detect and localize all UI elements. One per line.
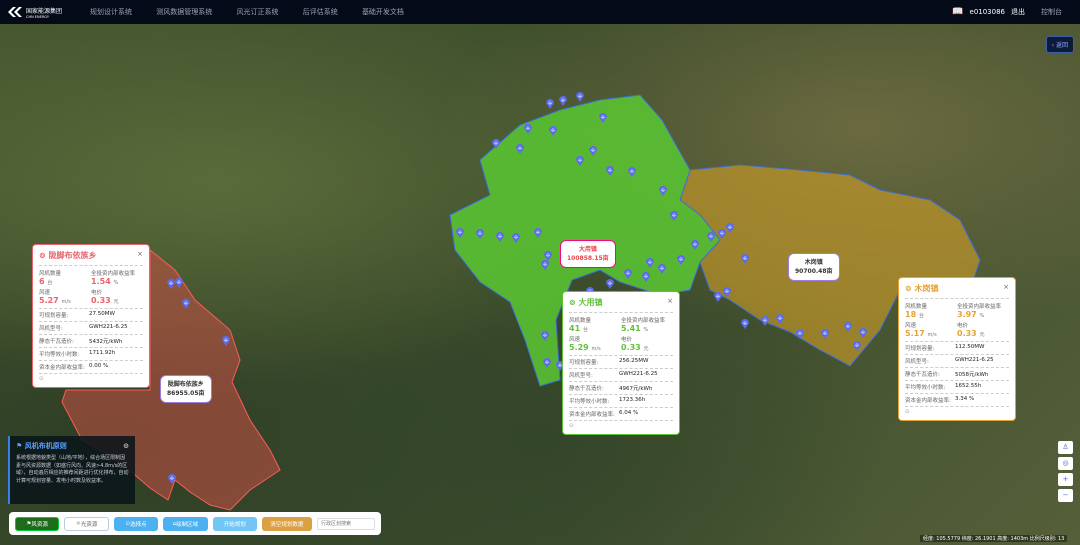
back-button[interactable]: ‹ 返回 [1045,36,1074,53]
start-planning-button[interactable]: 开始规划 [212,516,257,531]
wind-turbine-marker[interactable]: ✢ [546,99,554,109]
logo[interactable]: 国家能源集团 CHN ENERGY [8,6,90,19]
stat-row-capacity: 可规划容量: 112.50MW [905,342,1009,355]
label: 全投资内部收益率 [621,318,666,324]
wind-speed: 5.17 [905,329,925,338]
info-icon[interactable]: ⊙ [905,409,1009,415]
close-icon[interactable]: ⊙ [123,441,129,452]
location-icon: ⊚ [905,284,915,293]
info-icon[interactable]: ⊙ [569,423,673,429]
turbine-count: 6 [39,277,45,286]
irr-value: 1.54 [91,277,111,286]
draw-area-button[interactable]: ⌂ 绘制区域 [163,516,208,531]
label: 风机数量 [39,271,62,277]
wind-resource-button[interactable]: ⚑ 风资源 [15,516,60,531]
stat-row-cost: 静态千瓦造价: 4967元/kWh [569,382,673,395]
region-stats-card: ⊚ 大用镇 × 风机数量 41 台 全投资内部收益率 5.41 % 风速 5.29 m/… [562,291,680,435]
price: 0.33 [91,296,111,305]
label: 电价 [91,290,103,296]
stat-row-capacity: 可规划容量: 256.25MW [569,356,673,369]
zoom-out-button[interactable]: − [1058,489,1073,502]
logout-link[interactable]: 退出 [1011,7,1025,17]
nav-docs[interactable]: 基础开发文档 [362,8,404,16]
user-id: e0103086 [969,8,1005,16]
tip-title: 风机布机原则 [24,442,67,450]
card-title: 陇脚布依族乡 [48,251,97,260]
irr-value: 3.97 [957,310,977,319]
stat-row-cost: 静态千瓦造价: 5058元/kWh [905,368,1009,381]
bottom-toolbar: ⚑ 风资源 ☼ 光资源 ⊙ 选择点 ⌂ 绘制区域 开始规划 清空规划数据 [9,512,381,535]
label: 电价 [621,337,633,343]
person-icon[interactable]: ♙ [1058,441,1073,454]
label: 全投资内部收益率 [957,304,1002,310]
wind-turbine-marker[interactable]: ✢ [741,319,749,329]
wind-turbine-marker[interactable]: ✢ [576,92,584,102]
region-search-input[interactable] [317,517,375,530]
location-icon: ⊚ [39,251,49,260]
wind-turbine-marker[interactable]: ✢ [606,279,614,289]
tip-body: 系统根据地貌类型（山地/平地），综合场区限制因素与风资源数据（如盛行风向、风速>… [16,454,129,485]
book-icon[interactable]: 📖 [952,7,963,17]
close-icon[interactable]: × [1003,283,1009,294]
region-label-longjiao: 陇脚布依族乡 86955.05亩 [160,375,212,403]
coordinates-status: 经度: 105.5779 纬度: 26.1901 高度: 1403m 比例尺级别… [920,535,1068,542]
layout-principle-panel: ⚑ 风机布机原则 ⊙ 系统根据地貌类型（山地/平地），综合场区限制因素与风资源数据… [8,436,135,504]
stat-row-model: 风机型号: GWH221-6.25 [905,355,1009,368]
stat-row-model: 风机型号: GWH221-6.25 [569,369,673,382]
wind-speed: 5.27 [39,296,59,305]
label: 风机数量 [905,304,928,310]
price: 0.33 [957,329,977,338]
price: 0.33 [621,343,641,352]
logo-name: 国家能源集团 [26,7,63,15]
wind-speed: 5.29 [569,343,589,352]
locate-icon[interactable]: ◎ [1058,457,1073,470]
stat-row-model: 风机型号: GWH221-6.25 [39,322,143,335]
label: 电价 [957,323,969,329]
location-icon: ⊚ [569,298,579,307]
logo-icon [8,7,22,17]
stat-row-capacity: 可规划容量: 27.50MW [39,309,143,322]
wind-turbine-marker[interactable]: ✢ [559,96,567,106]
zoom-in-button[interactable]: + [1058,473,1073,486]
solar-resource-button[interactable]: ☼ 光资源 [64,516,109,531]
stat-row-cap_irr: 资本金内部收益率: 0.00 % [39,361,143,374]
top-nav-bar: 国家能源集团 CHN ENERGY 规划设计系统 测风数据管理系统 风光订正系统 … [0,0,1080,24]
nav-correction[interactable]: 风光订正系统 [236,8,278,16]
nav-wind-data[interactable]: 测风数据管理系统 [156,8,212,16]
info-icon[interactable]: ⊙ [39,376,143,382]
nav-post-eval[interactable]: 后评估系统 [303,8,338,16]
stat-row-cap_irr: 资本金内部收益率: 3.34 % [905,394,1009,407]
map-overlay: ✢ ✢✢✢✢✢✢✢✢✢ ✢✢✢✢✢✢✢✢✢✢✢ ✢✢✢✢✢ ✢✢✢✢✢✢ ✢ ✢✢ ✢✢✢✢✢… [61,92,981,511]
region-label-muguang: 木岗镇 90700.48亩 [788,253,840,281]
wind-turbine-marker[interactable]: ✢ [761,316,769,326]
map-controls: ♙ ◎ + − [1058,441,1073,502]
label: 风速 [569,337,581,343]
label: 全投资内部收益率 [91,271,136,277]
nav-planning[interactable]: 规划设计系统 [90,8,132,16]
stat-row-cap_irr: 资本金内部收益率: 6.04 % [569,408,673,421]
clear-planning-button[interactable]: 清空规划数据 [261,516,312,531]
card-title: 木岗镇 [914,284,939,293]
irr-value: 5.41 [621,324,641,333]
stat-row-hours: 平均等效小时数: 1723.36h [569,395,673,408]
close-icon[interactable]: × [667,297,673,308]
wind-turbine-marker[interactable]: ✢ [714,292,722,302]
region-stats-card: ⊚ 木岗镇 × 风机数量 18 台 全投资内部收益率 3.97 % 风速 5.17 m/… [898,277,1016,421]
card-title: 大用镇 [578,298,603,307]
label: 风机数量 [569,318,592,324]
select-point-button[interactable]: ⊙ 选择点 [113,516,159,531]
stat-row-cost: 静态千瓦造价: 5432元/kWh [39,335,143,348]
label: 风速 [39,290,51,296]
turbine-count: 41 [569,324,581,333]
flag-icon: ⚑ [16,442,25,450]
region-label-dayong: 大用镇 100858.15亩 [560,240,616,268]
turbine-count: 18 [905,310,917,319]
console-link[interactable]: 控制台 [1041,7,1062,17]
logo-sub: CHN ENERGY [26,14,49,19]
region-stats-card: ⊚ 陇脚布依族乡 × 风机数量 6 台 全投资内部收益率 1.54 % 风速 5.27 … [32,244,150,388]
stat-row-hours: 平均等效小时数: 1711.92h [39,348,143,361]
stat-row-hours: 平均等效小时数: 1652.55h [905,381,1009,394]
label: 风速 [905,323,917,329]
close-icon[interactable]: × [137,250,143,261]
